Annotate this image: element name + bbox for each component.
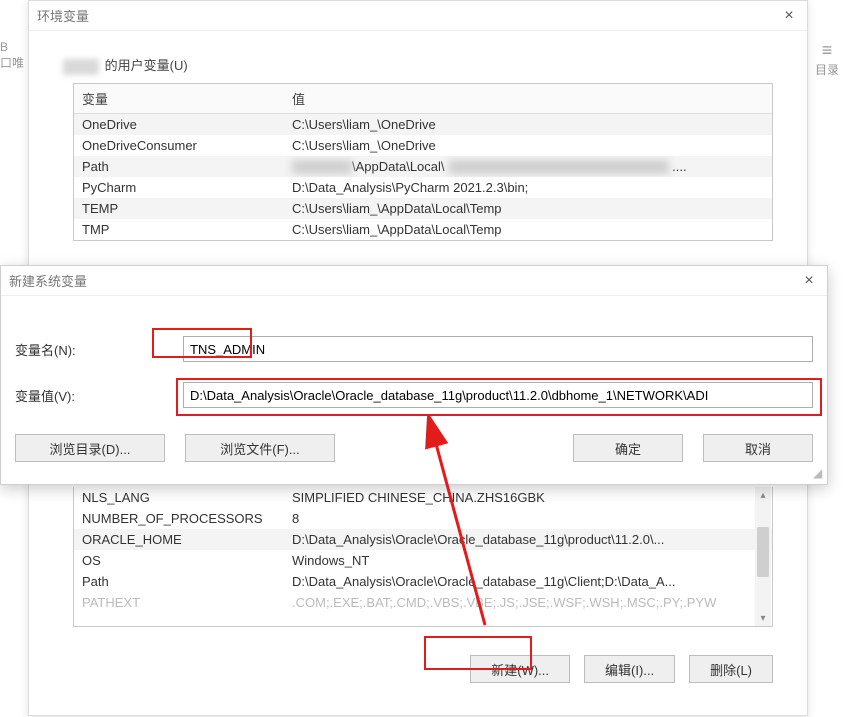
var-value-cell: C:\Users\liam_\AppData\Local\Temp (284, 198, 772, 219)
env-titlebar: 环境变量 × (29, 1, 807, 31)
var-name-cell: TMP (74, 219, 284, 240)
browse-directory-button[interactable]: 浏览目录(D)... (15, 434, 165, 462)
table-row[interactable]: PathD:\Data_Analysis\Oracle\Oracle_datab… (74, 571, 772, 592)
col-header-value[interactable]: 值 (284, 84, 772, 114)
table-row[interactable]: OSWindows_NT (74, 550, 772, 571)
system-vars-scrollbar[interactable]: ▴ ▾ (755, 487, 771, 626)
new-system-variable-dialog: 新建系统变量 × 变量名(N): 变量值(V): 浏览目录(D)... 浏览文件… (0, 265, 828, 485)
scroll-down-icon[interactable]: ▾ (755, 610, 771, 626)
env-window-title: 环境变量 (37, 6, 779, 25)
var-name-cell: ORACLE_HOME (74, 529, 284, 550)
var-value-cell: C:\Users\liam_\OneDrive (284, 135, 772, 156)
user-vars-table[interactable]: 变量 值 OneDriveC:\Users\liam_\OneDriveOneD… (74, 84, 772, 241)
var-name-input[interactable] (183, 336, 813, 362)
new-dialog-titlebar: 新建系统变量 × (1, 266, 827, 296)
var-value-cell: Windows_NT (284, 550, 772, 571)
close-icon[interactable]: × (799, 271, 819, 291)
user-vars-suffix: 的用户变量(U) (105, 58, 188, 73)
table-row[interactable]: ORACLE_HOMED:\Data_Analysis\Oracle\Oracl… (74, 529, 772, 550)
bg-left-line1: B (0, 40, 28, 54)
var-name-cell: PATHEXT (74, 592, 284, 613)
var-name-cell: OneDrive (74, 113, 284, 135)
table-row[interactable]: TMPC:\Users\liam_\AppData\Local\Temp (74, 219, 772, 240)
var-name-cell: OS (74, 550, 284, 571)
var-value-cell: \AppData\Local\ .... (284, 156, 772, 178)
cancel-button[interactable]: 取消 (703, 434, 813, 462)
username-blurred (63, 59, 99, 75)
var-name-cell: Path (74, 571, 284, 592)
toc-icon: ≡ (808, 40, 846, 61)
var-value-cell: D:\Data_Analysis\Oracle\Oracle_database_… (284, 529, 772, 550)
table-row[interactable]: TEMPC:\Users\liam_\AppData\Local\Temp (74, 198, 772, 219)
table-row[interactable]: OneDriveConsumerC:\Users\liam_\OneDrive (74, 135, 772, 156)
var-value-cell: SIMPLIFIED CHINESE_CHINA.ZHS16GBK (284, 487, 772, 508)
toc-label: 目录 (808, 61, 846, 78)
var-name-cell: Path (74, 156, 284, 178)
table-row[interactable]: OneDriveC:\Users\liam_\OneDrive (74, 113, 772, 135)
table-row[interactable]: PyCharmD:\Data_Analysis\PyCharm 2021.2.3… (74, 177, 772, 198)
browse-file-button[interactable]: 浏览文件(F)... (185, 434, 335, 462)
var-value-cell: D:\Data_Analysis\Oracle\Oracle_database_… (284, 571, 772, 592)
var-value-label: 变量值(V): (15, 386, 183, 405)
background-left-strip: B 口唯 (0, 40, 28, 100)
bg-left-line2: 口唯 (0, 54, 28, 71)
ok-button[interactable]: 确定 (573, 434, 683, 462)
var-value-cell: D:\Data_Analysis\PyCharm 2021.2.3\bin; (284, 177, 772, 198)
var-value-input[interactable] (183, 382, 813, 408)
edit-system-var-button[interactable]: 编辑(I)... (584, 655, 675, 683)
new-dialog-title: 新建系统变量 (9, 271, 799, 290)
resize-grip-icon[interactable]: ◢ (813, 470, 825, 482)
var-name-label: 变量名(N): (15, 340, 183, 359)
var-name-cell: OneDriveConsumer (74, 135, 284, 156)
scroll-thumb[interactable] (757, 527, 769, 577)
table-row[interactable]: PATHEXT.COM;.EXE;.BAT;.CMD;.VBS;.VBE;.JS… (74, 592, 772, 613)
var-name-cell: PyCharm (74, 177, 284, 198)
table-row[interactable]: NLS_LANGSIMPLIFIED CHINESE_CHINA.ZHS16GB… (74, 487, 772, 508)
user-vars-table-wrap: 变量 值 OneDriveC:\Users\liam_\OneDriveOneD… (73, 83, 773, 242)
var-name-cell: NUMBER_OF_PROCESSORS (74, 508, 284, 529)
new-system-var-button[interactable]: 新建(W)... (470, 655, 570, 683)
col-header-variable[interactable]: 变量 (74, 84, 284, 114)
user-vars-section-label: 的用户变量(U) (29, 31, 807, 83)
close-icon[interactable]: × (779, 6, 799, 26)
system-vars-button-row: 新建(W)... 编辑(I)... 删除(L) (29, 655, 773, 683)
delete-system-var-button[interactable]: 删除(L) (689, 655, 773, 683)
var-value-cell: 8 (284, 508, 772, 529)
var-value-cell: .COM;.EXE;.BAT;.CMD;.VBS;.VBE;.JS;.JSE;.… (284, 592, 772, 613)
system-vars-table[interactable]: NLS_LANGSIMPLIFIED CHINESE_CHINA.ZHS16GB… (74, 487, 772, 613)
var-name-cell: TEMP (74, 198, 284, 219)
scroll-up-icon[interactable]: ▴ (755, 487, 771, 503)
table-row[interactable]: NUMBER_OF_PROCESSORS8 (74, 508, 772, 529)
var-value-cell: C:\Users\liam_\AppData\Local\Temp (284, 219, 772, 240)
var-name-cell: NLS_LANG (74, 487, 284, 508)
table-row[interactable]: Path\AppData\Local\ .... (74, 156, 772, 178)
system-vars-table-wrap: NLS_LANGSIMPLIFIED CHINESE_CHINA.ZHS16GB… (73, 487, 773, 627)
background-right-strip: ≡ 目录 (808, 40, 846, 100)
var-value-cell: C:\Users\liam_\OneDrive (284, 113, 772, 135)
